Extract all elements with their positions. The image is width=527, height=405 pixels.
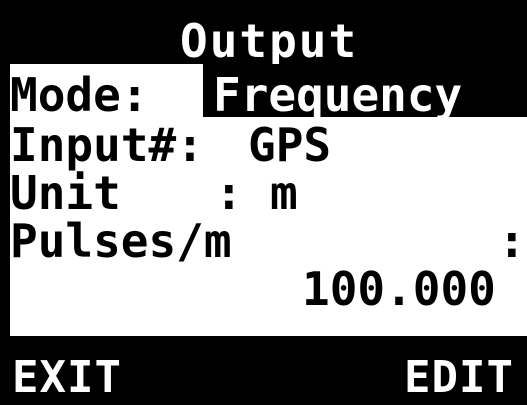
input-label: Input#: (10, 118, 204, 172)
mode-value[interactable]: Frequency (213, 68, 462, 122)
input-value: GPS (248, 118, 332, 172)
edit-softkey[interactable]: EDIT (404, 352, 514, 403)
unit-value: m (270, 166, 298, 220)
mode-label: Mode: (10, 68, 149, 122)
pulses-separator: : (498, 214, 526, 268)
unit-label: Unit (10, 166, 121, 220)
pulses-label: Pulses/m (10, 214, 232, 268)
exit-softkey[interactable]: EXIT (12, 352, 122, 403)
unit-separator: : (215, 166, 243, 220)
screen-title: Output (180, 14, 359, 68)
pulses-value: 100.000 (302, 262, 496, 316)
